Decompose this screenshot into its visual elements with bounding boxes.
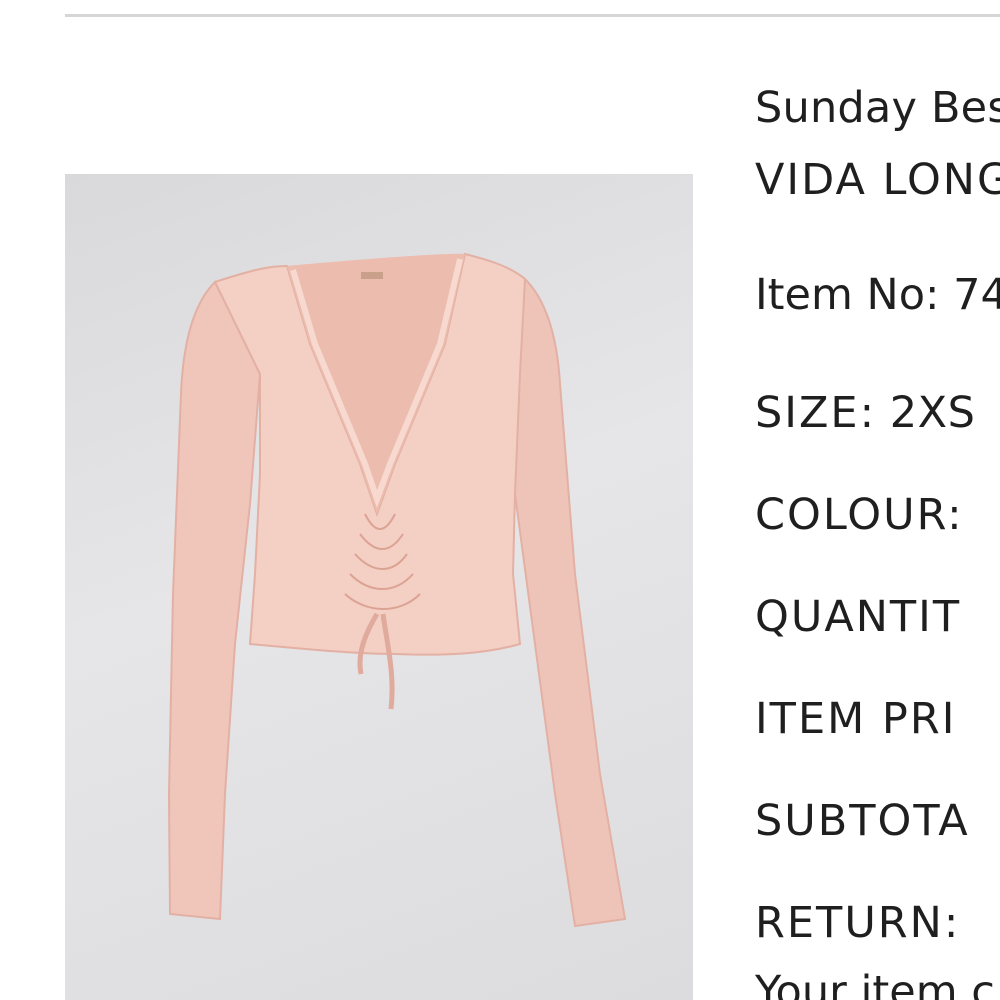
subtotal-label: SUBTOTA [755, 796, 970, 846]
divider [65, 14, 1000, 17]
item-number: Item No: 74 [755, 270, 1000, 320]
return-note: Your item c [755, 967, 995, 1000]
quantity-label: QUANTIT [755, 592, 962, 642]
size-value: 2XS [889, 388, 976, 438]
item-price-label: ITEM PRI [755, 694, 957, 744]
return-label: RETURN: [755, 898, 961, 948]
size-row: SIZE: 2XS [755, 388, 975, 438]
product-brand[interactable]: Sunday Best [755, 83, 1000, 133]
product-photo-illustration [167, 252, 627, 928]
product-image[interactable] [65, 174, 693, 1000]
colour-label: COLOUR: [755, 490, 964, 540]
size-label: SIZE: [755, 388, 877, 438]
product-name[interactable]: VIDA LONG SLEEVE [755, 155, 1000, 205]
order-item-page: Sunday Best VIDA LONG SLEEVE Item No: 74… [0, 0, 1000, 1000]
